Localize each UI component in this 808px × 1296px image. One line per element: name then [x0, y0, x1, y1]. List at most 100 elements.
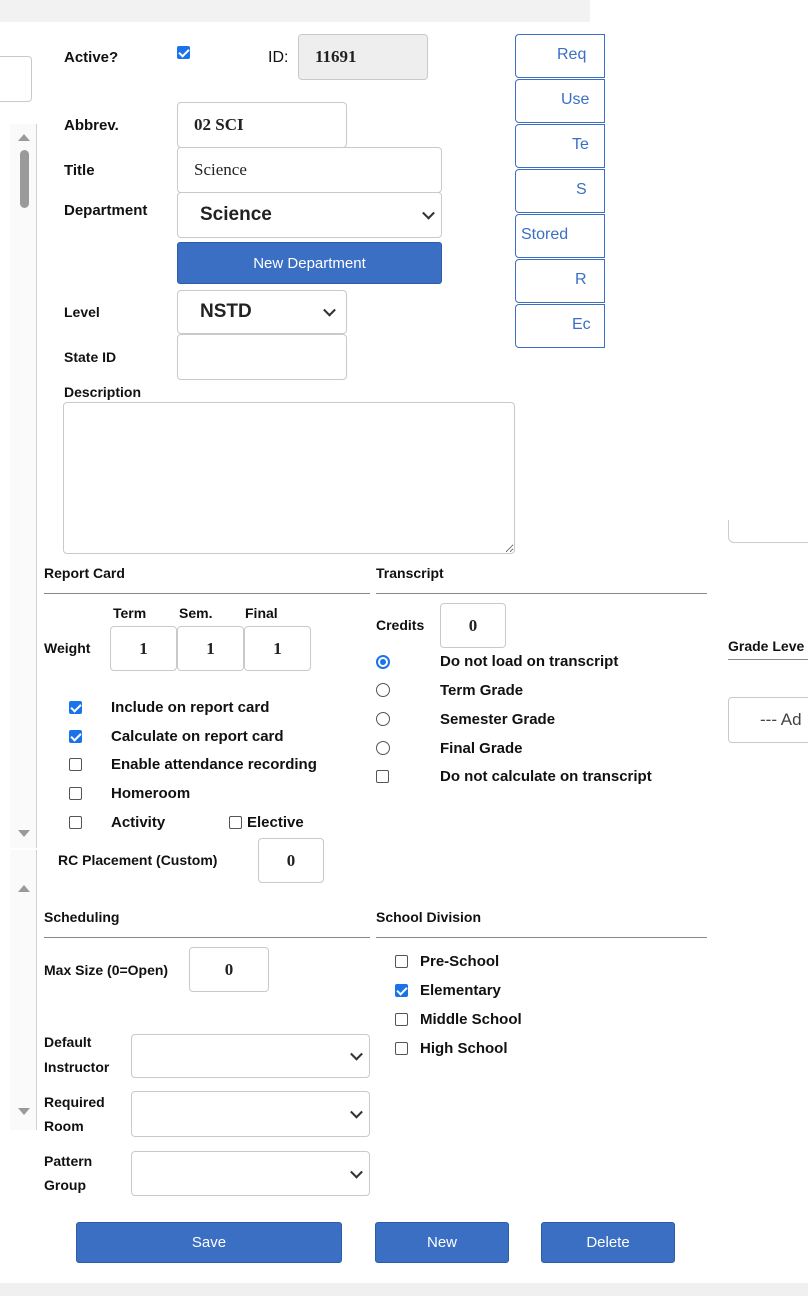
level-value: NSTD [200, 301, 252, 322]
attendance-label: Enable attendance recording [111, 756, 317, 773]
required-room-label: Room [44, 1118, 84, 1134]
active-checkbox[interactable] [177, 46, 190, 59]
side-button-r[interactable]: R [515, 259, 605, 303]
abbrev-field[interactable]: 02 SCI [177, 102, 347, 148]
id-field: 11691 [298, 34, 428, 80]
grade-level-add-select[interactable]: --- Ad [728, 697, 808, 743]
scroll-up-arrow-icon[interactable] [18, 885, 30, 892]
state-id-field[interactable] [177, 334, 347, 380]
id-label: ID: [268, 49, 289, 66]
side-button-label: Stored [521, 226, 569, 243]
default-instructor-select[interactable] [131, 1034, 370, 1078]
bottom-bar [0, 1283, 808, 1296]
rc-placement-field[interactable]: 0 [258, 838, 324, 883]
side-button-stored[interactable]: Stored [515, 214, 605, 258]
school-division-heading: School Division [376, 909, 482, 925]
weight-final-field[interactable]: 1 [244, 626, 311, 671]
credits-label: Credits [376, 617, 425, 633]
divider [728, 659, 808, 660]
pre-school-checkbox[interactable] [395, 955, 408, 968]
left-panel-field[interactable] [0, 56, 32, 102]
level-label: Level [64, 304, 100, 320]
calculate-report-card-checkbox[interactable] [69, 730, 82, 743]
scrollbar-lower[interactable] [10, 850, 37, 1130]
elementary-checkbox[interactable] [395, 984, 408, 997]
weight-label: Weight [44, 640, 91, 656]
default-instructor-label: Instructor [44, 1059, 110, 1075]
no-calc-transcript-label: Do not calculate on transcript [440, 768, 652, 785]
no-load-radio[interactable] [376, 655, 390, 669]
side-button-te[interactable]: Te [515, 124, 605, 168]
description-textarea[interactable] [63, 402, 515, 554]
pre-school-label: Pre-School [420, 953, 500, 970]
report-card-heading: Report Card [44, 565, 125, 581]
semester-grade-label: Semester Grade [440, 711, 556, 728]
weight-final-header: Final [245, 605, 278, 621]
include-report-card-label: Include on report card [111, 699, 270, 716]
include-report-card-checkbox[interactable] [69, 701, 82, 714]
weight-sem-header: Sem. [179, 605, 213, 621]
homeroom-label: Homeroom [111, 785, 191, 802]
weight-term-field[interactable]: 1 [110, 626, 177, 671]
side-button-s[interactable]: S [515, 169, 605, 213]
scrollbar-upper[interactable] [10, 124, 37, 848]
scroll-up-arrow-icon[interactable] [18, 134, 30, 141]
department-select[interactable]: Science [177, 192, 442, 238]
max-size-label: Max Size (0=Open) [44, 962, 169, 978]
new-button[interactable]: New [375, 1222, 509, 1263]
activity-checkbox[interactable] [69, 816, 82, 829]
required-room-label: Required [44, 1094, 105, 1110]
title-label: Title [64, 162, 95, 179]
side-button-use[interactable]: Use [515, 79, 605, 123]
max-size-field[interactable]: 0 [189, 947, 269, 992]
divider [376, 593, 707, 594]
chevron-down-icon [350, 1105, 363, 1119]
description-label: Description [64, 384, 142, 400]
required-room-select[interactable] [131, 1091, 370, 1137]
chevron-down-icon [350, 1047, 363, 1061]
level-select[interactable]: NSTD [177, 290, 347, 334]
side-button-label: Te [572, 136, 589, 153]
top-bar [0, 0, 590, 22]
chevron-down-icon [350, 1165, 363, 1179]
scroll-down-arrow-icon[interactable] [18, 1108, 30, 1115]
delete-button[interactable]: Delete [541, 1222, 675, 1263]
no-calc-transcript-checkbox[interactable] [376, 770, 389, 783]
weight-sem-field[interactable]: 1 [177, 626, 244, 671]
elective-checkbox[interactable] [229, 816, 242, 829]
side-button-label: Use [561, 91, 590, 108]
scrollbar-thumb[interactable] [20, 150, 29, 208]
calculate-report-card-label: Calculate on report card [111, 728, 284, 745]
credits-field[interactable]: 0 [440, 603, 506, 648]
side-button-label: R [575, 271, 587, 288]
scheduling-heading: Scheduling [44, 909, 120, 925]
high-school-checkbox[interactable] [395, 1042, 408, 1055]
no-load-label: Do not load on transcript [440, 653, 619, 670]
state-id-label: State ID [64, 349, 117, 365]
divider [44, 937, 370, 938]
abbrev-label: Abbrev. [64, 117, 119, 134]
middle-school-checkbox[interactable] [395, 1013, 408, 1026]
side-button-label: Req [557, 46, 587, 63]
final-grade-radio[interactable] [376, 741, 390, 755]
department-value: Science [200, 204, 272, 225]
attendance-checkbox[interactable] [69, 758, 82, 771]
homeroom-checkbox[interactable] [69, 787, 82, 800]
weight-term-header: Term [113, 605, 147, 621]
grade-levels-heading: Grade Leve [728, 638, 805, 654]
save-button[interactable]: Save [76, 1222, 342, 1263]
pattern-group-select[interactable] [131, 1151, 370, 1196]
pattern-group-label: Pattern [44, 1153, 93, 1169]
scroll-down-arrow-icon[interactable] [18, 830, 30, 837]
side-button-ec[interactable]: Ec [515, 304, 605, 348]
default-instructor-label: Default [44, 1034, 92, 1050]
semester-grade-radio[interactable] [376, 712, 390, 726]
elementary-label: Elementary [420, 982, 501, 999]
title-field[interactable]: Science [177, 147, 442, 193]
side-button-label: S [576, 181, 587, 198]
term-grade-radio[interactable] [376, 683, 390, 697]
side-button-req[interactable]: Req [515, 34, 605, 78]
right-panel-box [728, 520, 808, 543]
side-button-label: Ec [572, 316, 591, 333]
new-department-button[interactable]: New Department [177, 242, 442, 284]
